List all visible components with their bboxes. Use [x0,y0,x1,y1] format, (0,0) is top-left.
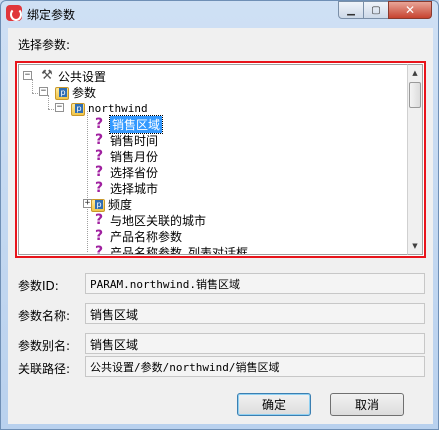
tree-node-northwind[interactable]: − northwind [55,100,148,116]
question-icon: ? [94,148,104,164]
param-name-field[interactable]: 销售区域 [85,303,425,324]
folder-icon [71,102,85,116]
scroll-up-arrow-icon[interactable]: ▲ [408,65,422,81]
cancel-button[interactable]: 取消 [330,393,404,416]
app-logo-icon [6,5,22,21]
tree-item-select-city[interactable]: ? 选择城市 [91,180,158,196]
close-button[interactable]: ✕ [388,1,432,19]
assoc-path-field[interactable]: 公共设置/参数/northwind/销售区域 [85,356,425,377]
param-id-value: PARAM.northwind.销售区域 [90,278,240,291]
ok-button[interactable]: 确定 [237,393,311,416]
tree-item-product-name-param[interactable]: ? 产品名称参数 [91,228,182,244]
tree-node-label: 产品名称参数 [110,229,183,244]
tree-node-label: 销售区域 [108,114,164,134]
tree-node-label: 与地区关联的城市 [110,213,207,228]
scroll-down-arrow-icon[interactable]: ▼ [408,238,422,254]
question-icon: ? [94,116,104,132]
tree-node-label: 产品名称参数_列表对话框 [110,245,249,255]
assoc-path-label: 关联路径: [18,362,71,376]
tree-node-label: 选择城市 [110,181,159,196]
question-icon: ? [94,180,104,196]
tree-node-label: 公共设置 [58,69,107,84]
tree-node-root[interactable]: − ⚒ 公共设置 [23,68,106,84]
param-name-value: 销售区域 [90,308,139,322]
tools-icon: ⚒ [41,68,53,83]
question-icon: ? [94,228,104,244]
param-id-field[interactable]: PARAM.northwind.销售区域 [85,273,425,294]
window-title: 绑定参数 [27,8,76,22]
tree-node-label: 销售时间 [110,133,159,148]
maximize-button[interactable]: ▢ [363,1,389,19]
param-id-label: 参数ID: [18,279,59,293]
tree-connector [87,111,88,252]
scrollbar-thumb[interactable] [409,82,421,108]
tree-node-label: 销售月份 [110,149,159,164]
tree-node-params-folder[interactable]: − 参数 [39,84,96,100]
param-alias-label: 参数别名: [18,339,71,353]
tree-item-product-name-list-dialog[interactable]: ? 产品名称参数_列表对话框 [91,244,249,255]
param-alias-value: 销售区域 [90,338,139,352]
param-tree[interactable]: − ⚒ 公共设置 − 参数 − northwind ? 销售区域 [18,64,407,255]
choose-param-label: 选择参数: [18,38,71,52]
collapse-toggle[interactable]: − [23,71,32,80]
param-tree-highlight-frame: − ⚒ 公共设置 − 参数 − northwind ? 销售区域 [15,61,426,258]
tree-item-sales-month[interactable]: ? 销售月份 [91,148,158,164]
question-icon: ? [94,212,104,228]
folder-icon [91,198,105,212]
tree-vertical-scrollbar[interactable]: ▲ ▼ [407,64,423,255]
tree-node-label: 频度 [108,197,133,212]
minimize-button[interactable]: ▁ [338,1,364,19]
tree-node-label: 选择省份 [110,165,159,180]
tree-node-label: 参数 [72,85,97,100]
tree-item-sales-region[interactable]: ? 销售区域 [91,114,164,134]
question-icon: ? [94,164,104,180]
param-name-label: 参数名称: [18,309,71,323]
param-alias-field[interactable]: 销售区域 [85,333,425,354]
tree-item-sales-time[interactable]: ? 销售时间 [91,132,158,148]
question-icon: ? [94,132,104,148]
tree-node-frequency[interactable]: + 频度 [75,196,132,212]
tree-item-region-linked-city[interactable]: ? 与地区关联的城市 [91,212,206,228]
collapse-toggle[interactable]: − [39,87,48,96]
assoc-path-value: 公共设置/参数/northwind/销售区域 [90,361,280,374]
question-icon: ? [94,244,104,255]
tree-node-label: northwind [88,101,148,115]
collapse-toggle[interactable]: − [55,103,64,112]
dialog-body: 选择参数: − ⚒ 公共设置 − 参数 [8,28,433,424]
title-bar[interactable]: 绑定参数 ▁ ▢ ✕ [1,1,438,27]
bind-params-dialog: 绑定参数 ▁ ▢ ✕ 选择参数: − ⚒ 公共设置 − p 参数 − p nor… [0,0,439,430]
folder-icon [55,86,69,100]
tree-item-select-province[interactable]: ? 选择省份 [91,164,158,180]
